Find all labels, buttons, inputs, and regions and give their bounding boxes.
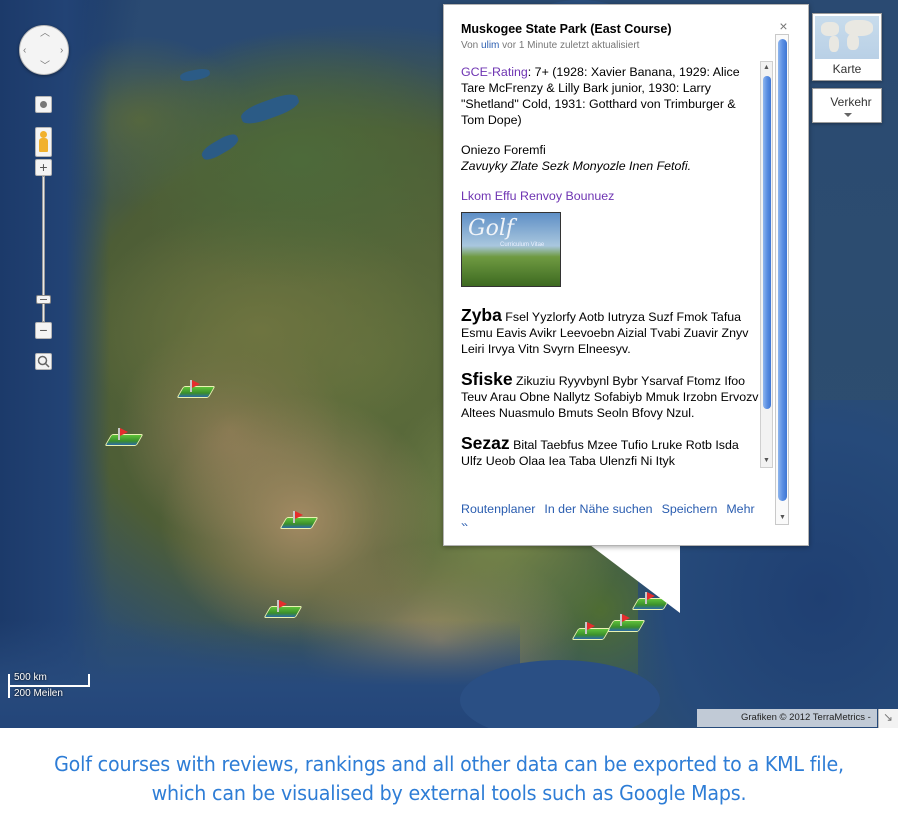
marker-flag-icon (120, 428, 128, 436)
window-scrollbar[interactable]: ▼ (775, 34, 789, 525)
zoom-in-button[interactable]: + (35, 159, 52, 176)
golf-course-marker[interactable] (279, 511, 319, 531)
zoom-slider-handle[interactable] (36, 295, 51, 304)
save-link[interactable]: Speichern (662, 502, 718, 516)
resize-icon[interactable] (878, 709, 898, 728)
scale-bar (8, 685, 90, 687)
pan-left-icon[interactable]: ‹ (23, 46, 26, 56)
paragraph-lead: Sezaz (461, 433, 510, 453)
course-name: Oniezo Foremfi (461, 143, 546, 157)
window-scroll-thumb[interactable] (778, 39, 787, 501)
marker-flag-icon (587, 622, 595, 630)
caption: Golf courses with reviews, rankings and … (31, 750, 866, 808)
review-paragraph: Zyba Fsel Yyzlorfy Aotb Iutryza Suzf Fmo… (461, 305, 759, 357)
scale-mi-label: 200 Meilen (14, 688, 63, 699)
info-window-actions: Routenplaner In der Nähe suchen Speichern M… (461, 501, 761, 526)
pegman-body (39, 138, 48, 152)
caption-line: which can be visualised by external tool… (151, 781, 747, 805)
marker-flag-icon (192, 380, 200, 388)
meta-prefix: Von (461, 40, 482, 51)
map-thumbnail (815, 16, 879, 59)
thumbnail-caption: Curriculum Vitae (500, 242, 545, 248)
golf-course-marker[interactable] (571, 622, 611, 642)
paragraph-text: Fsel Yyzlorfy Aotb Iutryza Suzf Fmok Taf… (461, 310, 749, 356)
paragraph-lead: Zyba (461, 305, 502, 325)
marker-flag-icon (295, 511, 303, 519)
gulf-of-mexico (460, 660, 660, 728)
scale-tick (88, 674, 90, 686)
course-description: Zavuyky Zlate Sezk Monyozle Inen Fetofi. (461, 159, 692, 173)
info-window-title: Muskogee State Park (East Course) (461, 22, 672, 36)
zoom-box-icon[interactable] (35, 353, 52, 370)
street-view-pegman-icon[interactable] (35, 127, 52, 157)
reset-view-button[interactable] (35, 96, 52, 113)
rating-block: GCE-Rating: 7+ (1928: Xavier Banana, 192… (461, 64, 759, 128)
course-link[interactable]: Lkom Effu Renvoy Bounuez (461, 188, 759, 204)
lake (199, 130, 241, 164)
marker-flag-icon (622, 614, 630, 622)
thumb-continent (821, 22, 839, 36)
lake (238, 90, 302, 128)
user-link[interactable]: ulim (481, 40, 499, 51)
meta-suffix: vor 1 Minute zuletzt aktualisiert (499, 40, 640, 51)
search-nearby-link[interactable]: In der Nähe suchen (544, 502, 652, 516)
update-meta: Von ulim vor 1 Minute zuletzt aktualisie… (461, 38, 759, 54)
pacific-ocean (0, 0, 110, 728)
traffic-label: Verkehr (830, 95, 872, 109)
thumb-continent (829, 36, 839, 52)
pegman-head (40, 131, 47, 138)
pan-up-icon[interactable]: ︿ (40, 29, 50, 39)
review-paragraph: Sfiske Zikuziu Ryyvbynl Bybr Ysarvaf Fto… (461, 369, 759, 421)
caption-line: Golf courses with reviews, rankings and … (54, 752, 844, 776)
close-icon[interactable]: × (777, 19, 790, 33)
golf-course-marker[interactable] (176, 380, 216, 400)
zoom-out-button[interactable]: − (35, 322, 52, 339)
pan-right-icon[interactable]: › (60, 46, 63, 56)
pan-down-icon[interactable]: ﹀ (40, 62, 50, 72)
map-scale: 500 km 200 Meilen (8, 672, 92, 700)
scale-tick (8, 674, 10, 698)
map-type-label: Karte (832, 62, 862, 76)
traffic-dropdown[interactable]: Verkehr (812, 88, 882, 123)
content-scrollbar[interactable]: ▲ ▼ (760, 61, 773, 468)
infowindow-pointer (590, 545, 680, 613)
map-type-button[interactable]: Karte (812, 13, 882, 81)
marker-flag-icon (279, 600, 287, 608)
info-window-content: Muskogee State Park (East Course) Von ul… (461, 21, 759, 468)
review-paragraph: Sezaz Bital Taebfus Mzee Tufio Lruke Rot… (461, 433, 759, 468)
thumbnail-script: Golf (468, 216, 514, 241)
lake (179, 67, 211, 83)
content-scroll-thumb[interactable] (763, 76, 771, 409)
rating-link[interactable]: GCE-Rating (461, 65, 528, 79)
scroll-down-icon[interactable]: ▼ (763, 457, 770, 465)
satellite-map[interactable]: ︿ ﹀ ‹ › + − Karte Verkehr 500 km 200 Mei… (0, 0, 898, 728)
paragraph-lead: Sfiske (461, 369, 513, 389)
golf-course-marker[interactable] (263, 600, 303, 620)
golf-course-marker[interactable] (606, 614, 646, 634)
scale-km-label: 500 km (14, 672, 47, 683)
chevron-down-icon (844, 113, 852, 117)
golf-thumbnail-image[interactable]: Golf Curriculum Vitae (461, 212, 561, 287)
map-attribution: Grafiken © 2012 TerraMetrics - (697, 709, 877, 727)
pan-control[interactable]: ︿ ﹀ ‹ › (19, 25, 69, 75)
scroll-down-icon[interactable]: ▼ (779, 514, 786, 522)
thumb-continent (847, 34, 859, 50)
scroll-up-icon[interactable]: ▲ (763, 64, 770, 72)
golf-course-marker[interactable] (104, 428, 144, 448)
directions-link[interactable]: Routenplaner (461, 502, 535, 516)
